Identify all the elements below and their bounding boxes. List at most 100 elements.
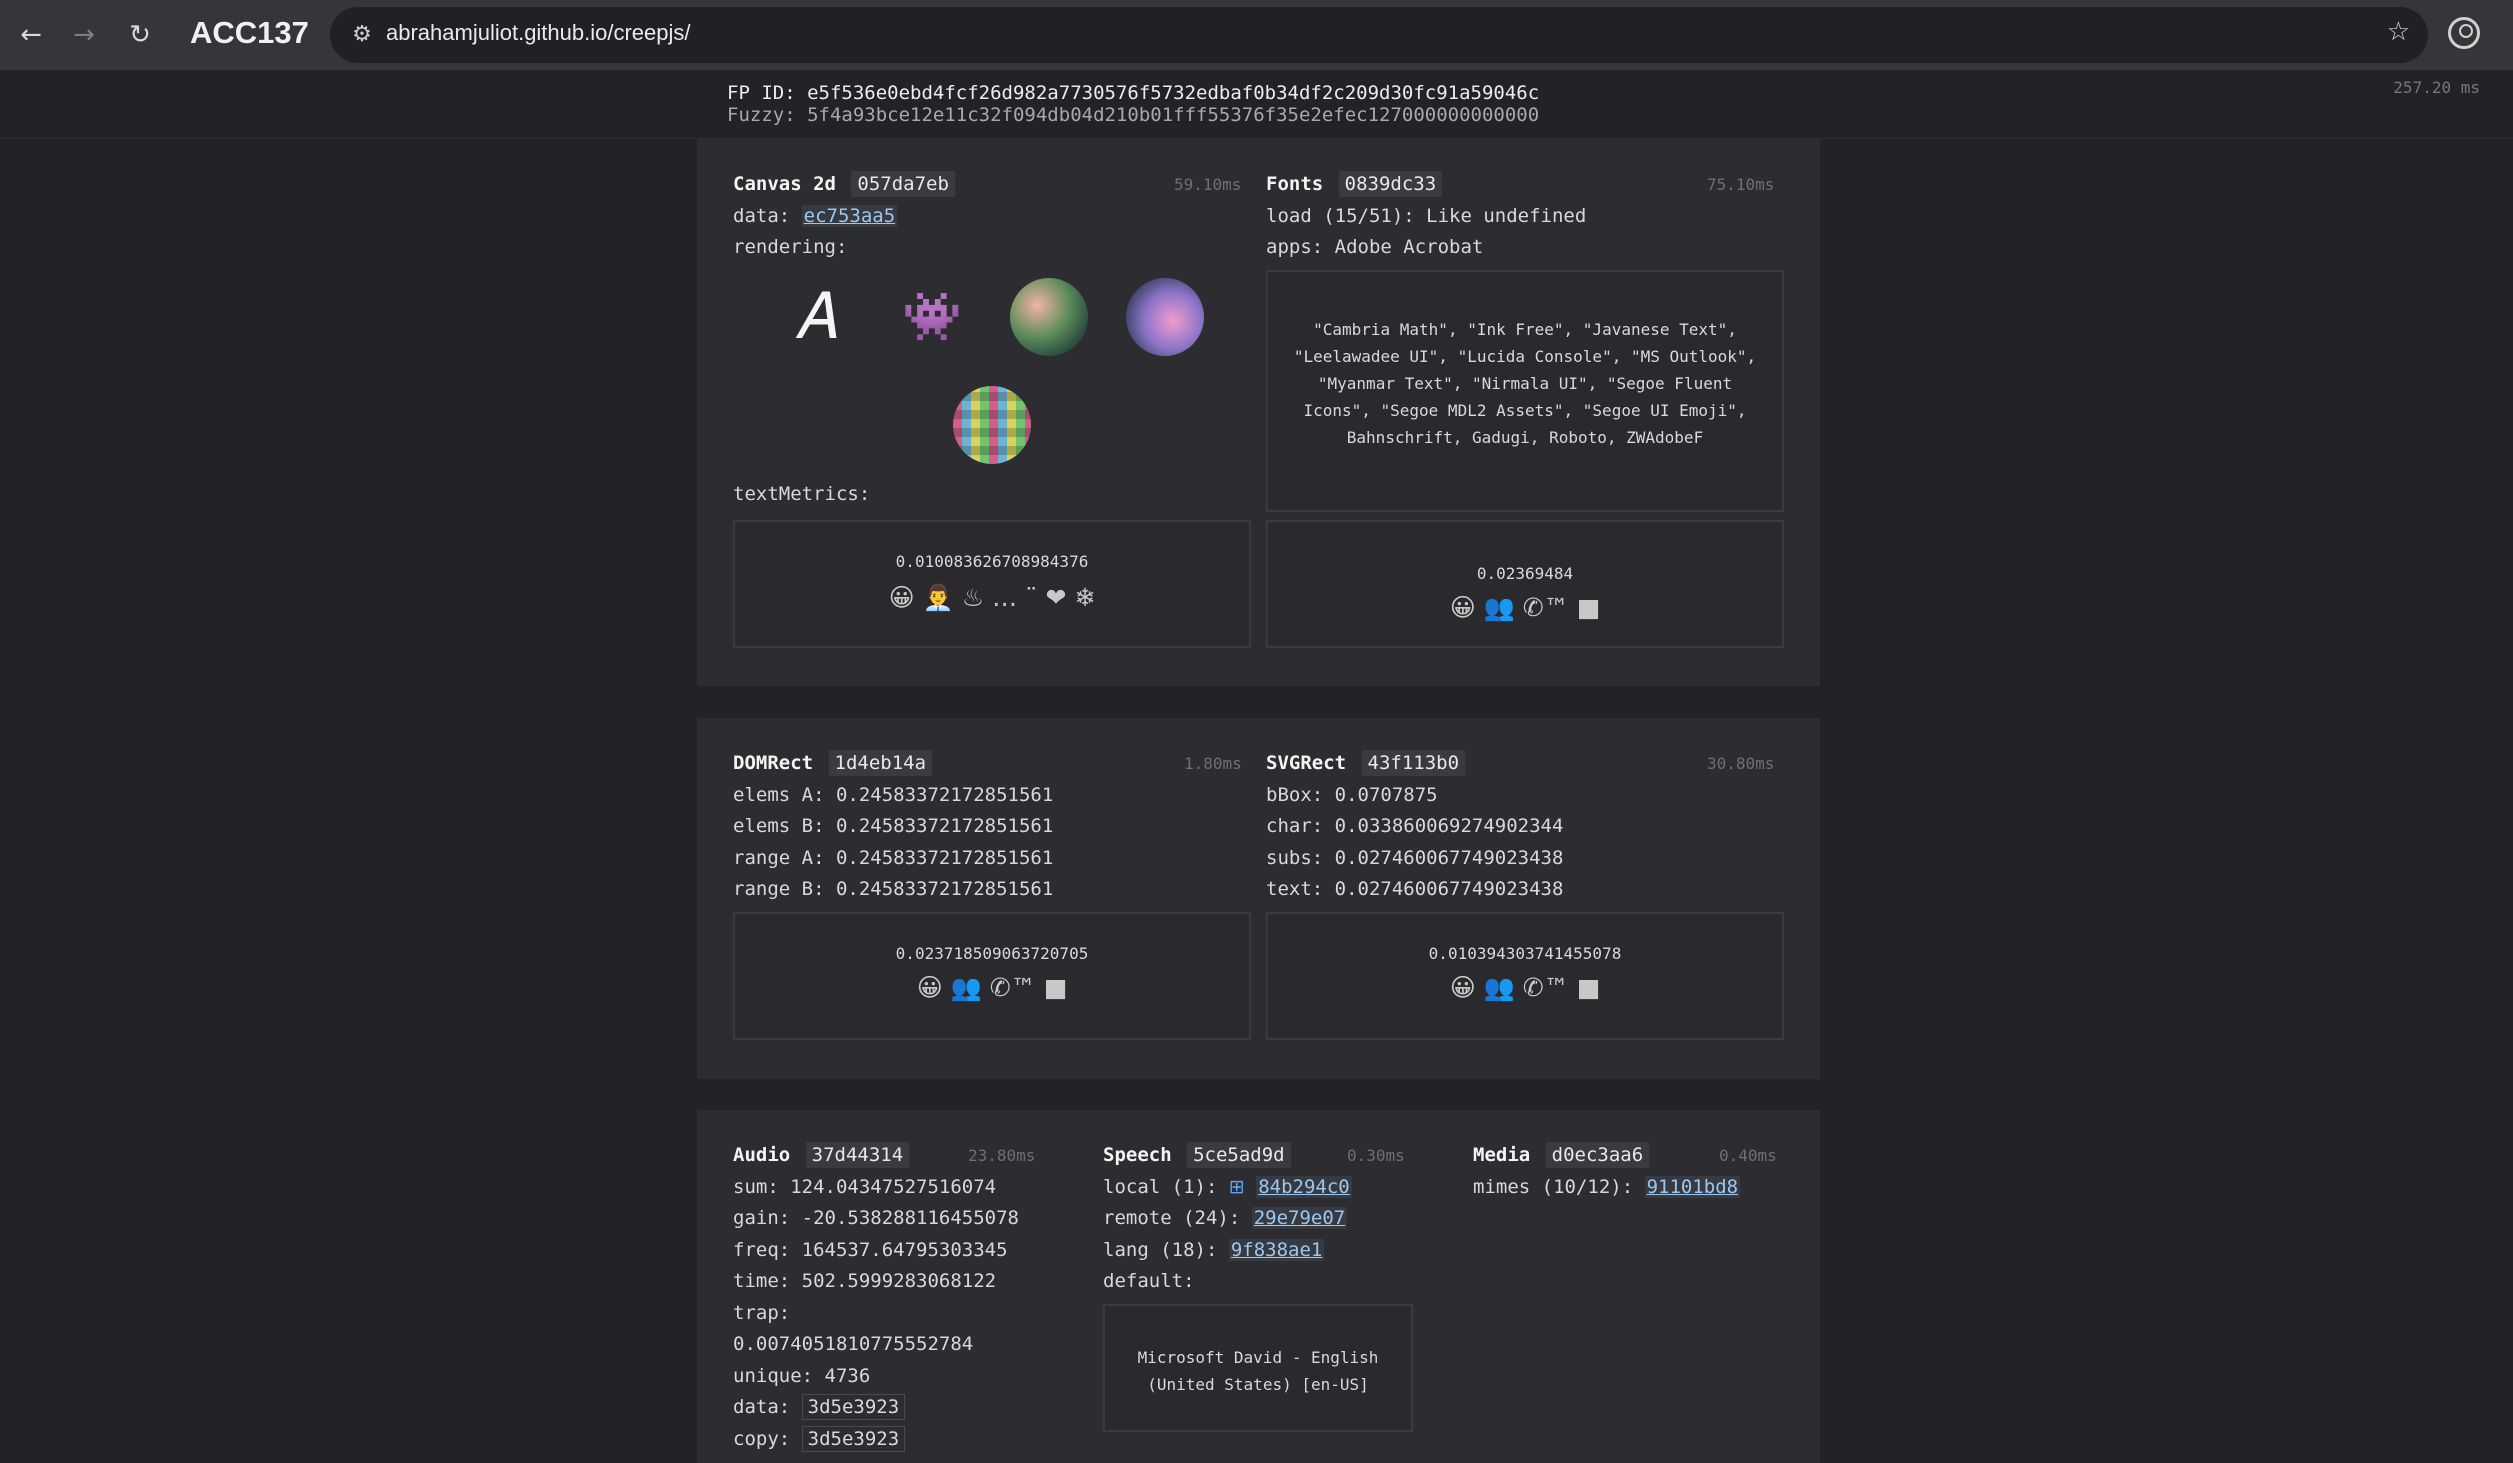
fonts-apps: apps: Adobe Acrobat xyxy=(1266,236,1484,258)
svgrect-time: 30.80ms xyxy=(1707,754,1775,773)
audio-gain: gain: -20.538288116455078 xyxy=(733,1207,1019,1229)
fonts-hash: 0839dc33 xyxy=(1338,171,1443,197)
speech-remote-hash[interactable]: 29e79e07 xyxy=(1251,1207,1348,1229)
site-info-icon[interactable]: ⚙ xyxy=(346,19,378,51)
browser-toolbar: ← → ↻ ACC137 ⚙ abrahamjuliot.github.io/c… xyxy=(0,0,2513,70)
rect-section: DOMRect 1d4eb14a 1.80ms elems A: 0.24583… xyxy=(697,718,1820,1079)
audio-data-line: data: 3d5e3923 xyxy=(733,1392,1063,1424)
canvas-card: Canvas 2d 057da7eb 59.10ms data: ec753aa… xyxy=(733,169,1253,264)
bookmark-star-icon[interactable]: ☆ xyxy=(2387,17,2410,47)
canvas-data-label: data: xyxy=(733,204,791,227)
domrect-elems-b: elems B: 0.24583372172851561 xyxy=(733,815,1054,837)
audio-unique: unique: 4736 xyxy=(733,1364,871,1387)
fonts-list-panel: "Cambria Math", "Ink Free", "Javanese Te… xyxy=(1266,270,1784,512)
fuzzy-line: Fuzzy: 5f4a93bce12e11c32f094db04d210b01f… xyxy=(727,104,1539,126)
speech-default-panel: Microsoft David - English (United States… xyxy=(1103,1304,1413,1432)
svgrect-metrics-panel: 0.010394303741455078 😀 👥 ✆™ ■ xyxy=(1266,912,1784,1040)
canvas-metrics-panel: 0.010083626708984376 😀 👨‍💼 ♨ … ¨ ❤ ❄ xyxy=(733,520,1251,648)
speech-remote-label: remote (24): xyxy=(1103,1207,1241,1229)
domrect-range-a: range A: 0.24583372172851561 xyxy=(733,846,1054,869)
svgrect-card: SVGRect 43f113b0 30.80ms bBox: 0.0707875… xyxy=(1266,748,1784,906)
audio-sum: sum: 124.04347527516074 xyxy=(733,1175,997,1198)
fuzzy-value: 5f4a93bce12e11c32f094db04d210b01fff55376… xyxy=(807,104,1540,126)
address-url[interactable]: abrahamjuliot.github.io/creepjs/ xyxy=(386,20,691,46)
media-time: 0.40ms xyxy=(1719,1146,1777,1165)
domrect-card: DOMRect 1d4eb14a 1.80ms elems A: 0.24583… xyxy=(733,748,1253,906)
speech-time: 0.30ms xyxy=(1347,1146,1405,1165)
back-arrow-icon[interactable]: ← xyxy=(14,18,48,52)
speech-hash: 5ce5ad9d xyxy=(1187,1142,1291,1168)
svgrect-text: text: 0.027460067749023438 xyxy=(1266,878,1564,900)
canvas-metric-value: 0.010083626708984376 xyxy=(895,552,1089,571)
canvas-metric-emojis: 😀 👨‍💼 ♨ … ¨ ❤ ❄ xyxy=(888,583,1096,612)
media-mimes-label: mimes (10/12): xyxy=(1473,1175,1634,1198)
fp-id-label: FP ID: xyxy=(727,82,796,104)
canvas-data-hash[interactable]: ec753aa5 xyxy=(801,204,898,227)
domrect-elems-a: elems A: 0.24583372172851561 xyxy=(733,783,1054,806)
domrect-title: DOMRect xyxy=(733,752,814,774)
rendering-alien-image: 👾 xyxy=(902,289,962,345)
fonts-metric-emojis: 😀 👥 ✆™ ■ xyxy=(1449,593,1601,622)
audio-copy-hash: 3d5e3923 xyxy=(801,1425,906,1452)
fp-id-line: FP ID: e5f536e0ebd4fcf26d982a7730576f573… xyxy=(727,82,1539,104)
speech-lang-line: lang (18): 9f838ae1 xyxy=(1103,1235,1413,1267)
fp-id-value: e5f536e0ebd4fcf26d982a7730576f5732edbaf0… xyxy=(807,82,1540,104)
svgrect-metric-emojis: 😀 👥 ✆™ ■ xyxy=(1449,973,1601,1002)
media-card: Media d0ec3aa6 0.40ms mimes (10/12): 911… xyxy=(1473,1140,1785,1203)
domrect-hash: 1d4eb14a xyxy=(828,750,933,776)
fonts-metrics-panel: 0.02369484 😀 👥 ✆™ ■ xyxy=(1266,520,1784,648)
audio-time-value: time: 502.5999283068122 xyxy=(733,1270,997,1292)
domrect-title-line: DOMRect 1d4eb14a xyxy=(733,748,1253,780)
domrect-range-b: range B: 0.24583372172851561 xyxy=(733,878,1054,900)
speech-default-label: default: xyxy=(1103,1270,1195,1292)
media-hash: d0ec3aa6 xyxy=(1545,1142,1650,1168)
fonts-title: Fonts xyxy=(1266,173,1324,195)
fuzzy-label: Fuzzy: xyxy=(727,104,796,126)
fonts-card: Fonts 0839dc33 75.10ms load (15/51): Lik… xyxy=(1266,169,1784,264)
audio-title: Audio xyxy=(733,1144,791,1166)
reload-icon[interactable]: ↻ xyxy=(123,18,157,52)
browser-tab-title[interactable]: ACC137 xyxy=(190,15,309,51)
audio-trap-label: trap: xyxy=(733,1301,791,1324)
audio-speech-media-section: Audio 37d44314 23.80ms sum: 124.04347527… xyxy=(697,1110,1820,1463)
speech-default-voice: Microsoft David - English (United States… xyxy=(1137,1348,1379,1394)
svgrect-subs: subs: 0.027460067749023438 xyxy=(1266,846,1564,869)
svgrect-metric-value: 0.010394303741455078 xyxy=(1428,944,1622,963)
speech-local-hash[interactable]: 84b294c0 xyxy=(1256,1175,1352,1198)
speech-remote-line: remote (24): 29e79e07 xyxy=(1103,1203,1413,1235)
domrect-time: 1.80ms xyxy=(1184,754,1242,773)
svgrect-char: char: 0.033860069274902344 xyxy=(1266,815,1564,837)
domrect-metric-emojis: 😀 👥 ✆™ ■ xyxy=(916,973,1068,1002)
audio-copy-label: copy: xyxy=(733,1427,791,1450)
audio-data-label: data: xyxy=(733,1396,791,1418)
speech-local-line: local (1): ⊞ 84b294c0 xyxy=(1103,1172,1413,1204)
profile-icon[interactable] xyxy=(2448,17,2480,49)
fonts-load: load (15/51): Like undefined xyxy=(1266,204,1587,227)
windows-logo-icon: ⊞ xyxy=(1228,1175,1245,1198)
audio-trap-value: 0.0074051810775552784 xyxy=(733,1333,974,1355)
domrect-metric-value: 0.023718509063720705 xyxy=(895,944,1089,963)
audio-card: Audio 37d44314 23.80ms sum: 124.04347527… xyxy=(733,1140,1063,1455)
media-mimes-hash[interactable]: 91101bd8 xyxy=(1644,1175,1741,1198)
speech-local-label: local (1): xyxy=(1103,1175,1218,1198)
speech-title: Speech xyxy=(1103,1144,1172,1166)
audio-data-hash: 3d5e3923 xyxy=(801,1394,906,1420)
audio-freq: freq: 164537.64795303345 xyxy=(733,1238,1008,1261)
fonts-list: "Cambria Math", "Ink Free", "Javanese Te… xyxy=(1293,320,1757,447)
canvas-rendering-label: rendering: xyxy=(733,236,848,258)
rendering-gradient-image-2 xyxy=(1126,278,1204,356)
svgrect-bbox: bBox: 0.0707875 xyxy=(1266,783,1438,806)
domrect-metrics-panel: 0.023718509063720705 😀 👥 ✆™ ■ xyxy=(733,912,1251,1040)
forward-arrow-icon[interactable]: → xyxy=(67,18,101,52)
media-mimes-line: mimes (10/12): 91101bd8 xyxy=(1473,1172,1785,1204)
speech-lang-hash[interactable]: 9f838ae1 xyxy=(1228,1238,1325,1261)
rendering-pixel-mosaic-image xyxy=(953,386,1031,464)
speech-card: Speech 5ce5ad9d 0.30ms local (1): ⊞ 84b2… xyxy=(1103,1140,1413,1298)
speech-lang-label: lang (18): xyxy=(1103,1238,1218,1261)
address-bar[interactable]: ⚙ abrahamjuliot.github.io/creepjs/ ☆ xyxy=(330,7,2428,63)
rendering-letter-a-image: 𝐴 xyxy=(794,280,838,354)
rendering-gradient-image-1 xyxy=(1010,278,1088,356)
fonts-time: 75.10ms xyxy=(1707,175,1775,194)
audio-copy-line: copy: 3d5e3923 xyxy=(733,1424,1063,1456)
audio-hash: 37d44314 xyxy=(805,1142,910,1168)
